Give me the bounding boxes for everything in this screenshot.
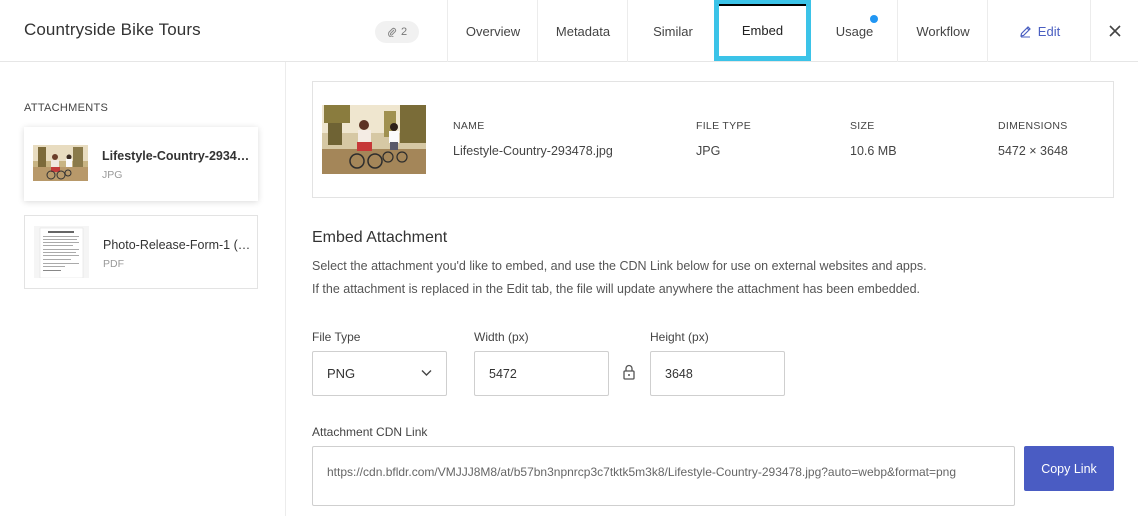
tab-label: Embed xyxy=(741,22,784,38)
embed-section-title: Embed Attachment xyxy=(312,229,448,246)
attachment-type: PDF xyxy=(103,258,124,270)
attachment-info-card: NAME Lifestyle-Country-293478.jpg FILE T… xyxy=(312,81,1114,198)
tab-label: Edit xyxy=(1037,23,1061,39)
tab-usage[interactable]: Usage xyxy=(811,0,898,62)
tab-label: Overview xyxy=(465,23,521,39)
tab-similar[interactable]: Similar xyxy=(627,0,718,62)
page-title: Countryside Bike Tours xyxy=(24,20,201,39)
attachment-name: Photo-Release-Form-1 (1).pdf xyxy=(103,238,251,252)
file-type-select[interactable]: PNG xyxy=(312,351,447,396)
attachment-item[interactable]: Lifestyle-Country-293478.jpg JPG xyxy=(24,127,258,201)
attachment-count: 2 xyxy=(400,26,408,38)
paperclip-icon xyxy=(387,27,397,37)
tab-overview[interactable]: Overview xyxy=(447,0,538,62)
close-icon xyxy=(1108,25,1121,37)
copy-link-button[interactable]: Copy Link xyxy=(1024,446,1114,491)
tab-label: Metadata xyxy=(555,23,611,39)
size-value: 10.6 MB xyxy=(850,144,897,158)
height-label: Height (px) xyxy=(650,330,709,344)
tab-label: Similar xyxy=(653,23,693,39)
dimensions-label: DIMENSIONS xyxy=(998,120,1068,132)
attachment-count-badge[interactable]: 2 xyxy=(375,21,419,43)
header-bar: Countryside Bike Tours 2 Overview Metada… xyxy=(0,0,1138,62)
chevron-down-icon xyxy=(421,370,432,376)
close-button[interactable] xyxy=(1090,0,1138,62)
preview-image xyxy=(322,105,426,174)
notification-dot xyxy=(870,15,878,23)
pencil-icon xyxy=(1020,25,1031,37)
file-type-label: File Type xyxy=(312,330,361,344)
width-input[interactable] xyxy=(474,351,609,396)
name-label: NAME xyxy=(453,120,485,132)
size-label: SIZE xyxy=(850,120,875,132)
embed-description: Select the attachment you'd like to embe… xyxy=(312,259,927,273)
document-thumbnail xyxy=(34,226,89,278)
attachments-heading: ATTACHMENTS xyxy=(24,102,109,114)
tab-edit[interactable]: Edit xyxy=(987,0,1091,62)
photo-thumbnail xyxy=(33,137,88,189)
attachment-type: JPG xyxy=(102,169,123,181)
height-input[interactable] xyxy=(650,351,785,396)
embed-description: If the attachment is replaced in the Edi… xyxy=(312,282,921,296)
tab-embed[interactable]: Embed xyxy=(714,0,811,61)
name-value: Lifestyle-Country-293478.jpg xyxy=(453,144,613,158)
attachments-sidebar: ATTACHMENTS Lifestyle-Country-293478.jpg xyxy=(0,62,286,516)
filetype-label: FILE TYPE xyxy=(696,120,752,132)
tab-metadata[interactable]: Metadata xyxy=(537,0,628,62)
tab-workflow[interactable]: Workflow xyxy=(897,0,988,62)
width-label: Width (px) xyxy=(474,330,529,344)
tab-label: Usage xyxy=(835,23,874,39)
file-type-value: PNG xyxy=(327,366,356,381)
dimensions-value: 5472 × 3648 xyxy=(998,144,1068,158)
cdn-link-label: Attachment CDN Link xyxy=(312,425,428,439)
tab-label: Workflow xyxy=(916,23,970,39)
attachment-name: Lifestyle-Country-293478.jpg xyxy=(102,149,250,163)
cdn-link-field[interactable]: https://cdn.bfldr.com/VMJJJ8M8/at/b57bn3… xyxy=(312,446,1015,506)
filetype-value: JPG xyxy=(696,144,721,158)
lock-icon[interactable] xyxy=(622,364,636,380)
attachment-item[interactable]: Photo-Release-Form-1 (1).pdf PDF xyxy=(24,215,258,289)
